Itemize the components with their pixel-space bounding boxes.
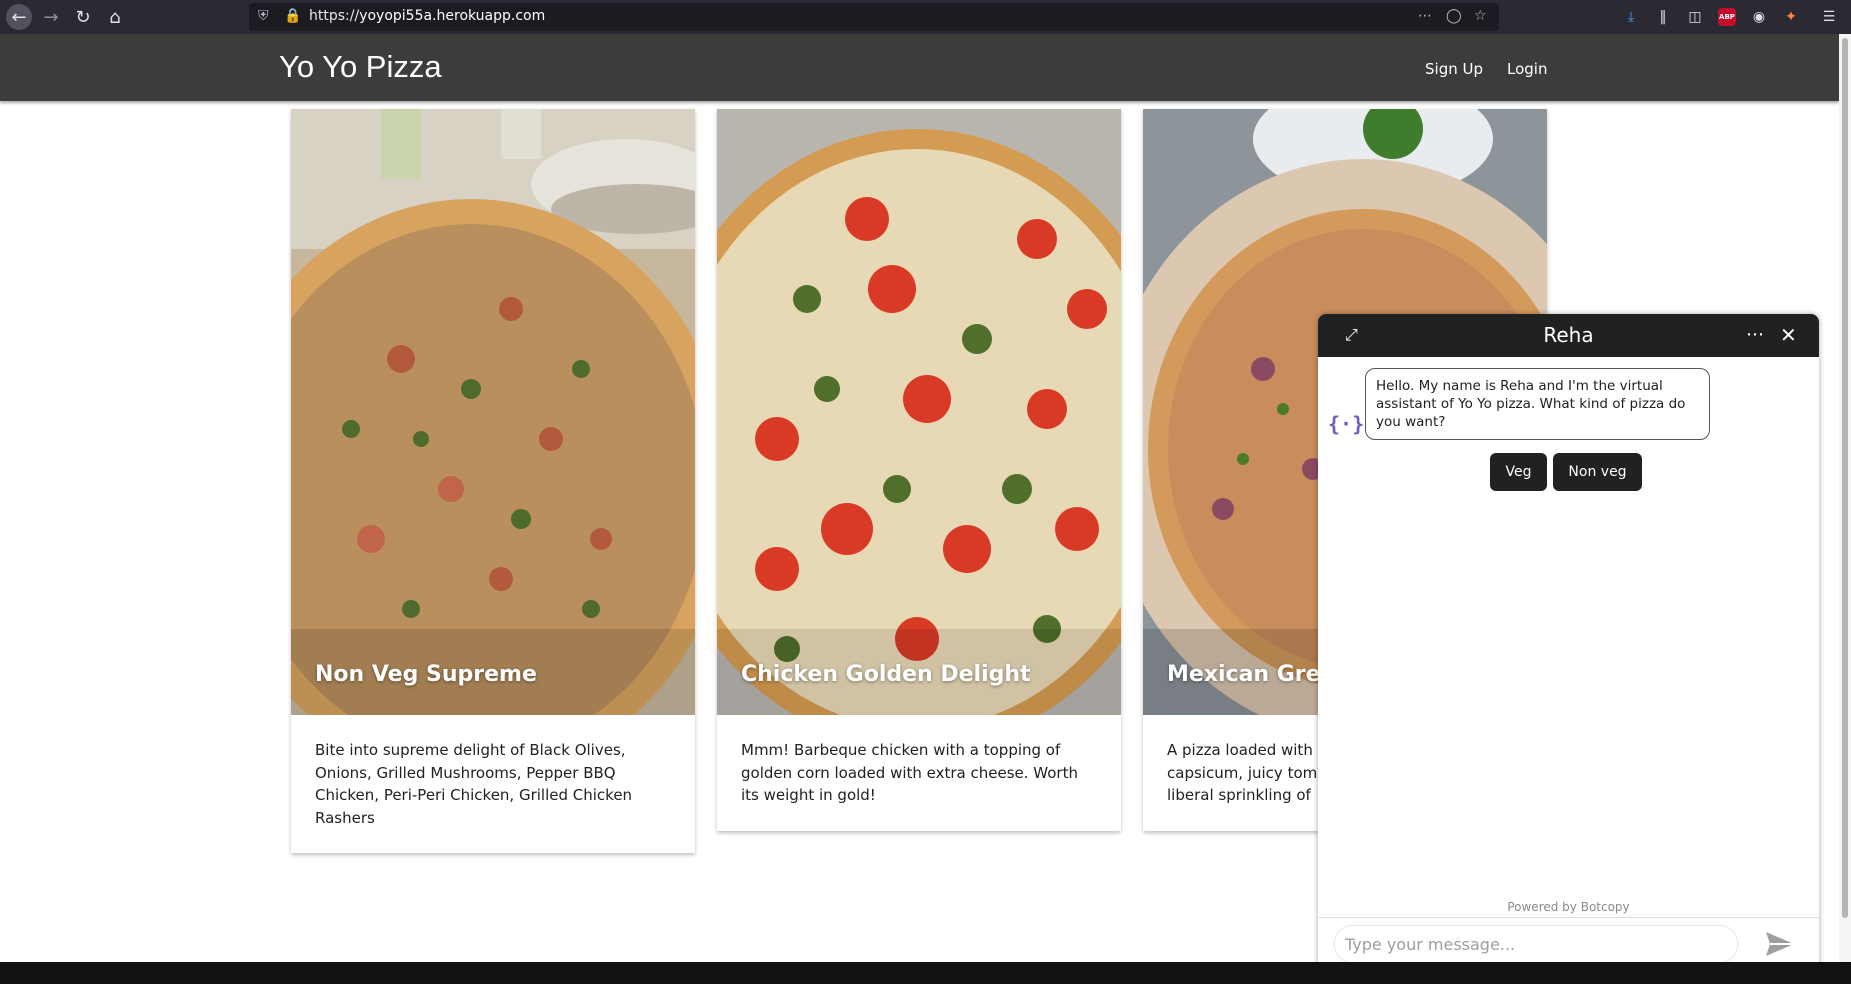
card-description: A pizza loaded with capsicum, juicy tom … [1167, 741, 1318, 804]
chat-title: Reha [1543, 323, 1594, 347]
shield-icon[interactable]: ⛨ [258, 8, 269, 24]
chat-divider [1318, 917, 1819, 918]
login-link[interactable]: Login [1507, 60, 1547, 78]
chat-widget: ⤢ Reha ⋯ ✕ {·} Hello. My name is Reha an… [1318, 314, 1819, 968]
abp-icon[interactable]: ABP [1717, 7, 1737, 27]
site-navbar: Yo Yo Pizza Sign Up Login [0, 34, 1839, 101]
scrollbar-thumb[interactable] [1842, 38, 1848, 918]
pizza-card[interactable]: Non Veg Supreme Bite into supreme deligh… [291, 109, 695, 853]
star-icon[interactable]: ☆ [1474, 8, 1487, 24]
url-prefix: https:// [309, 8, 360, 24]
card-title: Chicken Golden Delight [741, 662, 1031, 687]
download-icon[interactable]: ⤓ [1621, 7, 1641, 27]
browser-toolbar: ← → ↻ ⌂ ⛨ 🔒 https://yoyopi55a.herokuapp.… [0, 0, 1851, 34]
pizza-photo [717, 109, 1121, 715]
card-title: Mexican Gree [1167, 662, 1336, 687]
reload-icon[interactable]: ↻ [70, 4, 96, 30]
card-description: Bite into supreme delight of Black Olive… [315, 741, 633, 827]
account-icon[interactable]: ◉ [1749, 7, 1769, 27]
card-description: Mmm! Barbeque chicken with a topping of … [741, 741, 1078, 804]
pocket-icon[interactable]: ◯ [1446, 8, 1462, 24]
home-icon[interactable]: ⌂ [102, 4, 128, 30]
more-icon[interactable]: ⋯ [1418, 8, 1432, 24]
abp-badge: ABP [1718, 8, 1736, 26]
fox-icon[interactable]: ✦ [1781, 7, 1801, 27]
non-veg-button[interactable]: Non veg [1553, 453, 1642, 491]
pizza-photo [291, 109, 695, 715]
bot-message: Hello. My name is Reha and I'm the virtu… [1365, 368, 1710, 440]
menu-icon[interactable]: ☰ [1819, 7, 1839, 27]
url-host: yoyopi55a.herokuapp.com [359, 8, 546, 24]
more-options-icon[interactable]: ⋯ [1746, 325, 1764, 345]
send-icon[interactable] [1764, 930, 1796, 958]
library-icon[interactable]: ‖ [1653, 7, 1673, 27]
chat-header: ⤢ Reha ⋯ ✕ [1318, 314, 1819, 357]
close-icon[interactable]: ✕ [1780, 325, 1797, 345]
lock-icon[interactable]: 🔒 [284, 8, 301, 24]
powered-by: Powered by Botcopy [1507, 900, 1630, 914]
card-title: Non Veg Supreme [315, 662, 537, 687]
pizza-card[interactable]: Chicken Golden Delight Mmm! Barbeque chi… [717, 109, 1121, 831]
url-text[interactable]: https://yoyopi55a.herokuapp.com [309, 8, 545, 24]
message-input[interactable] [1334, 925, 1738, 963]
veg-button[interactable]: Veg [1490, 453, 1547, 491]
pizza-image: Chicken Golden Delight [717, 109, 1121, 715]
pizza-image: Non Veg Supreme [291, 109, 695, 715]
bot-avatar-icon: {·} [1328, 412, 1365, 436]
back-icon[interactable]: ← [6, 4, 32, 30]
sidebar-icon[interactable]: ◫ [1685, 7, 1705, 27]
forward-icon[interactable]: → [38, 4, 64, 30]
site-brand[interactable]: Yo Yo Pizza [279, 49, 442, 85]
page-footer-strip [0, 962, 1851, 984]
signup-link[interactable]: Sign Up [1425, 60, 1483, 78]
address-bar[interactable]: ⛨ 🔒 https://yoyopi55a.herokuapp.com ⋯ ◯ … [249, 3, 1499, 31]
